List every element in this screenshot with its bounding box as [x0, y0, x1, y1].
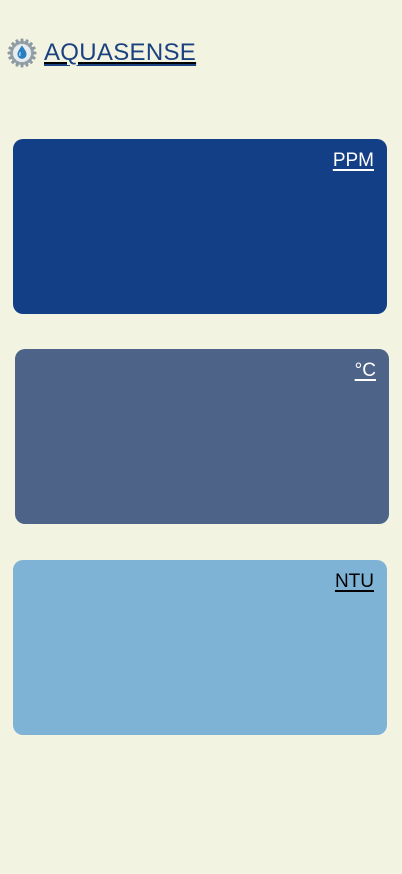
brand-name: AQUASENSE — [44, 39, 197, 66]
temperature-unit-label: °C — [354, 360, 376, 381]
turbidity-unit-label: NTU — [334, 571, 374, 592]
water-drop-gear-icon — [6, 37, 38, 69]
temperature-card[interactable]: °C — [15, 349, 389, 524]
tds-unit-label: PPM — [332, 150, 374, 171]
tds-card[interactable]: PPM — [13, 139, 387, 314]
turbidity-card[interactable]: NTU — [13, 560, 387, 735]
brand-link[interactable]: AQUASENSE — [6, 37, 196, 69]
